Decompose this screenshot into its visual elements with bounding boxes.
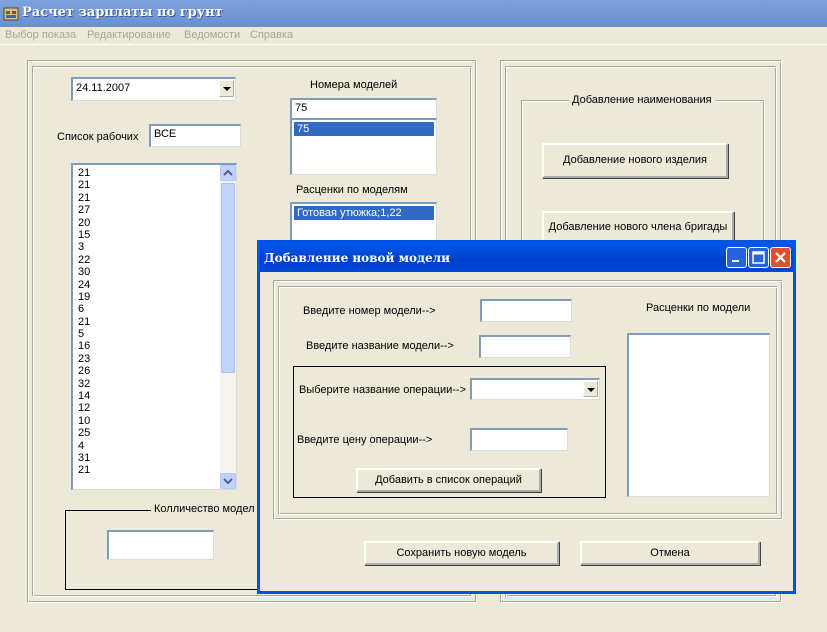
chevron-up-icon: [223, 169, 233, 176]
maximize-icon: [752, 251, 765, 264]
workers-list-item[interactable]: 32: [75, 378, 236, 390]
workers-list-item[interactable]: 19: [75, 291, 236, 303]
app-icon: [3, 7, 19, 21]
workers-list[interactable]: 21 21 21 27 20 15 3 22 30 24 19 6 21 5 16 23 26 32 14 12 10 2…: [71, 163, 237, 490]
chevron-down-icon: [223, 478, 233, 485]
add-model-dialog: Добавление новой модели Введите номер мо…: [257, 240, 796, 594]
minimize-icon: [732, 260, 739, 262]
workers-list-item[interactable]: 10: [75, 415, 236, 427]
scroll-up-button[interactable]: [220, 165, 236, 181]
price-input[interactable]: [470, 428, 568, 451]
title-bar: Расчет зарплаты по грунт: [0, 0, 827, 27]
operation-combo[interactable]: [470, 378, 600, 400]
model-number-label: Введите номер модели-->: [303, 305, 436, 317]
workers-list-item[interactable]: 3: [75, 241, 236, 253]
add-group-label: Добавление наименования: [569, 94, 715, 106]
workers-list-item[interactable]: 31: [75, 452, 236, 464]
workers-list-item[interactable]: 27: [75, 204, 236, 216]
workers-list-item[interactable]: 16: [75, 340, 236, 352]
price-label: Введите цену операции-->: [297, 434, 433, 446]
add-to-list-button[interactable]: Добавить в список операций: [356, 468, 541, 492]
maximize-button[interactable]: [748, 247, 769, 268]
model-number-input[interactable]: [480, 299, 572, 322]
workers-list-item[interactable]: 14: [75, 390, 236, 402]
scroll-thumb[interactable]: [221, 183, 235, 373]
workers-list-item[interactable]: 24: [75, 279, 236, 291]
add-product-button[interactable]: Добавление нового изделия: [542, 143, 728, 178]
model-name-label: Введите название модели-->: [306, 340, 454, 352]
workers-list-item[interactable]: 21: [75, 167, 236, 179]
rates-list-item[interactable]: Готовая утюжка;1,22: [294, 206, 434, 220]
workers-list-item[interactable]: 26: [75, 365, 236, 377]
dialog-title: Добавление новой модели: [264, 251, 451, 265]
menu-help[interactable]: Справка: [250, 29, 293, 41]
workers-scrollbar[interactable]: [220, 165, 236, 489]
scroll-down-button[interactable]: [220, 473, 236, 489]
models-list[interactable]: 75: [290, 118, 437, 175]
save-model-button[interactable]: Сохранить новую модель: [364, 541, 559, 565]
date-combo[interactable]: 24.11.2007: [71, 77, 236, 101]
window-title: Расчет зарплаты по грунт: [22, 5, 223, 20]
models-label: Номера моделей: [310, 79, 398, 91]
workers-list-item[interactable]: 25: [75, 427, 236, 439]
workers-list-item[interactable]: 21: [75, 179, 236, 191]
menu-view[interactable]: Выбор показа: [5, 29, 76, 41]
workers-list-item[interactable]: 23: [75, 353, 236, 365]
workers-list-item[interactable]: 4: [75, 440, 236, 452]
workers-list-item[interactable]: 6: [75, 303, 236, 315]
date-value: 24.11.2007: [76, 82, 131, 94]
dialog-rates-list[interactable]: [627, 333, 770, 497]
menu-bar: Выбор показа Редактирование Ведомости Сп…: [0, 27, 827, 45]
date-dropdown-button[interactable]: [219, 80, 234, 97]
model-input[interactable]: 75: [290, 98, 437, 120]
workers-list-item[interactable]: 21: [75, 316, 236, 328]
minimize-button[interactable]: [726, 247, 747, 268]
workers-list-item[interactable]: 21: [75, 192, 236, 204]
chevron-down-icon: [587, 388, 595, 392]
count-label: Колличество модел: [151, 503, 258, 515]
chevron-down-icon: [223, 87, 231, 91]
dialog-rates-label: Расценки по модели: [646, 302, 751, 314]
operation-dropdown-button[interactable]: [583, 381, 598, 397]
rates-list[interactable]: Готовая утюжка;1,22: [290, 202, 437, 242]
workers-filter-input[interactable]: ВСЕ: [149, 124, 241, 147]
workers-label: Список рабочих: [57, 131, 139, 143]
operation-label: Выберите название операции-->: [299, 384, 466, 396]
workers-list-item[interactable]: 5: [75, 328, 236, 340]
dialog-title-bar: Добавление новой модели: [260, 243, 793, 272]
rates-label: Расценки по моделям: [296, 184, 408, 196]
workers-list-item[interactable]: 20: [75, 217, 236, 229]
workers-list-item[interactable]: 22: [75, 254, 236, 266]
close-icon: [775, 252, 786, 263]
workers-list-items: 21 21 21 27 20 15 3 22 30 24 19 6 21 5 16 23 26 32 14 12 10 2…: [75, 167, 236, 477]
cancel-button[interactable]: Отмена: [580, 541, 760, 565]
close-button[interactable]: [770, 247, 791, 268]
menu-statements[interactable]: Ведомости: [184, 29, 240, 41]
menu-edit[interactable]: Редактирование: [87, 29, 171, 41]
workers-list-item[interactable]: 12: [75, 402, 236, 414]
model-name-input[interactable]: [479, 335, 571, 358]
workers-list-item[interactable]: 30: [75, 266, 236, 278]
count-input[interactable]: [107, 530, 214, 560]
models-list-item[interactable]: 75: [294, 122, 434, 136]
workers-list-item[interactable]: 21: [75, 464, 236, 476]
workers-list-item[interactable]: 15: [75, 229, 236, 241]
